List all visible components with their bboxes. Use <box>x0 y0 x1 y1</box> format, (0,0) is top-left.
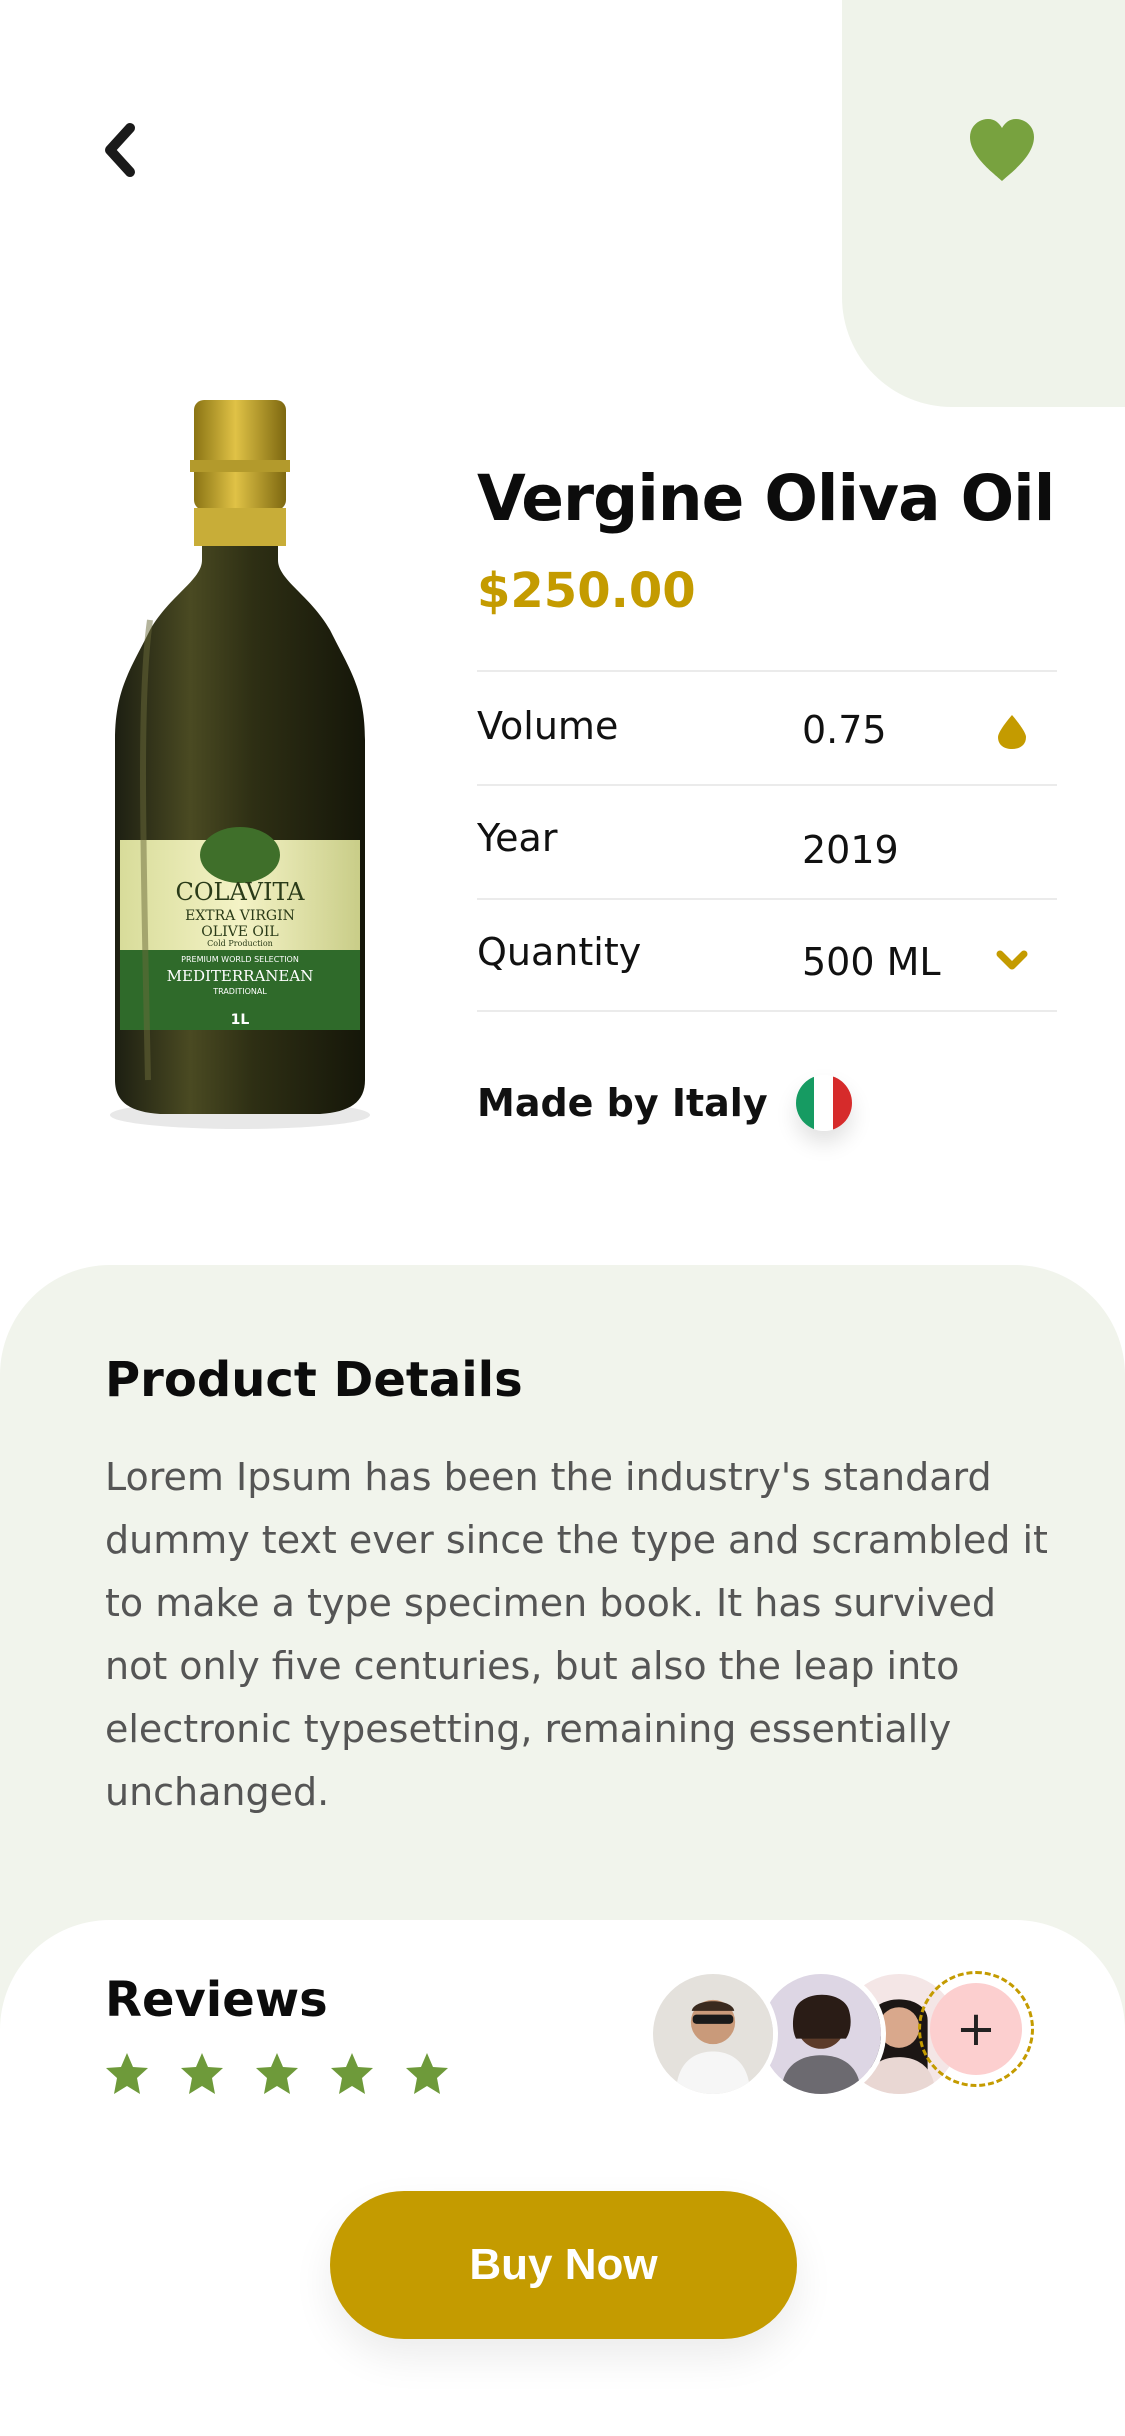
spec-value: 0.75 <box>802 708 887 752</box>
bottle-variety-text: MEDITERRANEAN <box>167 967 314 985</box>
product-details-title: Product Details <box>105 1352 523 1408</box>
spec-row-volume: Volume 0.75 <box>477 670 1057 784</box>
heart-icon <box>970 119 1034 181</box>
star-icon <box>256 2053 298 2094</box>
add-review-button[interactable]: + <box>918 1971 1034 2097</box>
spec-table: Volume 0.75 Year 2019 Quantity 500 ML <box>477 670 1057 1012</box>
star-icon <box>406 2053 448 2094</box>
star-icon <box>181 2053 223 2094</box>
rating-stars <box>103 2050 451 2098</box>
bottle-line3-text: Cold Production <box>207 939 273 948</box>
bottle-band-text: PREMIUM WORLD SELECTION <box>181 955 299 964</box>
spec-value: 2019 <box>802 828 899 872</box>
bottle-line1-text: EXTRA VIRGIN <box>185 908 295 924</box>
star-icon <box>331 2053 373 2094</box>
italy-flag-icon <box>795 1075 852 1131</box>
bottle-line2-text: OLIVE OIL <box>201 924 278 940</box>
plus-icon: + <box>930 1983 1022 2075</box>
add-review-ring: + <box>918 1971 1034 2087</box>
origin-label: Made by Italy <box>477 1081 768 1125</box>
chevron-down-icon[interactable] <box>995 940 1029 980</box>
back-button[interactable] <box>90 115 150 185</box>
chevron-left-icon <box>105 123 135 177</box>
drop-icon <box>995 712 1029 752</box>
reviews-title: Reviews <box>105 1972 328 2028</box>
spec-label: Volume <box>477 704 619 748</box>
spec-label: Quantity <box>477 930 642 974</box>
spec-label: Year <box>477 816 558 860</box>
origin-info: Made by Italy <box>477 1075 852 1131</box>
spec-row-year: Year 2019 <box>477 784 1057 898</box>
favorite-button[interactable] <box>962 110 1042 190</box>
reviewer-avatars[interactable]: + <box>648 1969 1034 2099</box>
product-details-description: Lorem Ipsum has been the industry's stan… <box>105 1455 1048 1814</box>
favorite-corner-panel <box>842 0 1125 407</box>
bottle-brand-text: COLAVITA <box>176 878 306 906</box>
product-title: Vergine Oliva Oil <box>477 462 1055 535</box>
buy-now-button[interactable]: Buy Now <box>330 2191 797 2339</box>
spec-row-quantity[interactable]: Quantity 500 ML <box>477 898 1057 1012</box>
quantity-select-value[interactable]: 500 ML <box>802 940 941 984</box>
product-image: COLAVITA EXTRA VIRGIN OLIVE OIL Cold Pro… <box>90 390 390 1140</box>
product-price: $250.00 <box>477 563 696 619</box>
bottle-style-text: TRADITIONAL <box>212 987 267 996</box>
reviewer-avatar[interactable] <box>648 1969 778 2099</box>
star-icon <box>106 2053 148 2094</box>
bottle-size-text: 1L <box>231 1012 250 1028</box>
olive-oil-bottle-image: COLAVITA EXTRA VIRGIN OLIVE OIL Cold Pro… <box>110 400 370 1129</box>
